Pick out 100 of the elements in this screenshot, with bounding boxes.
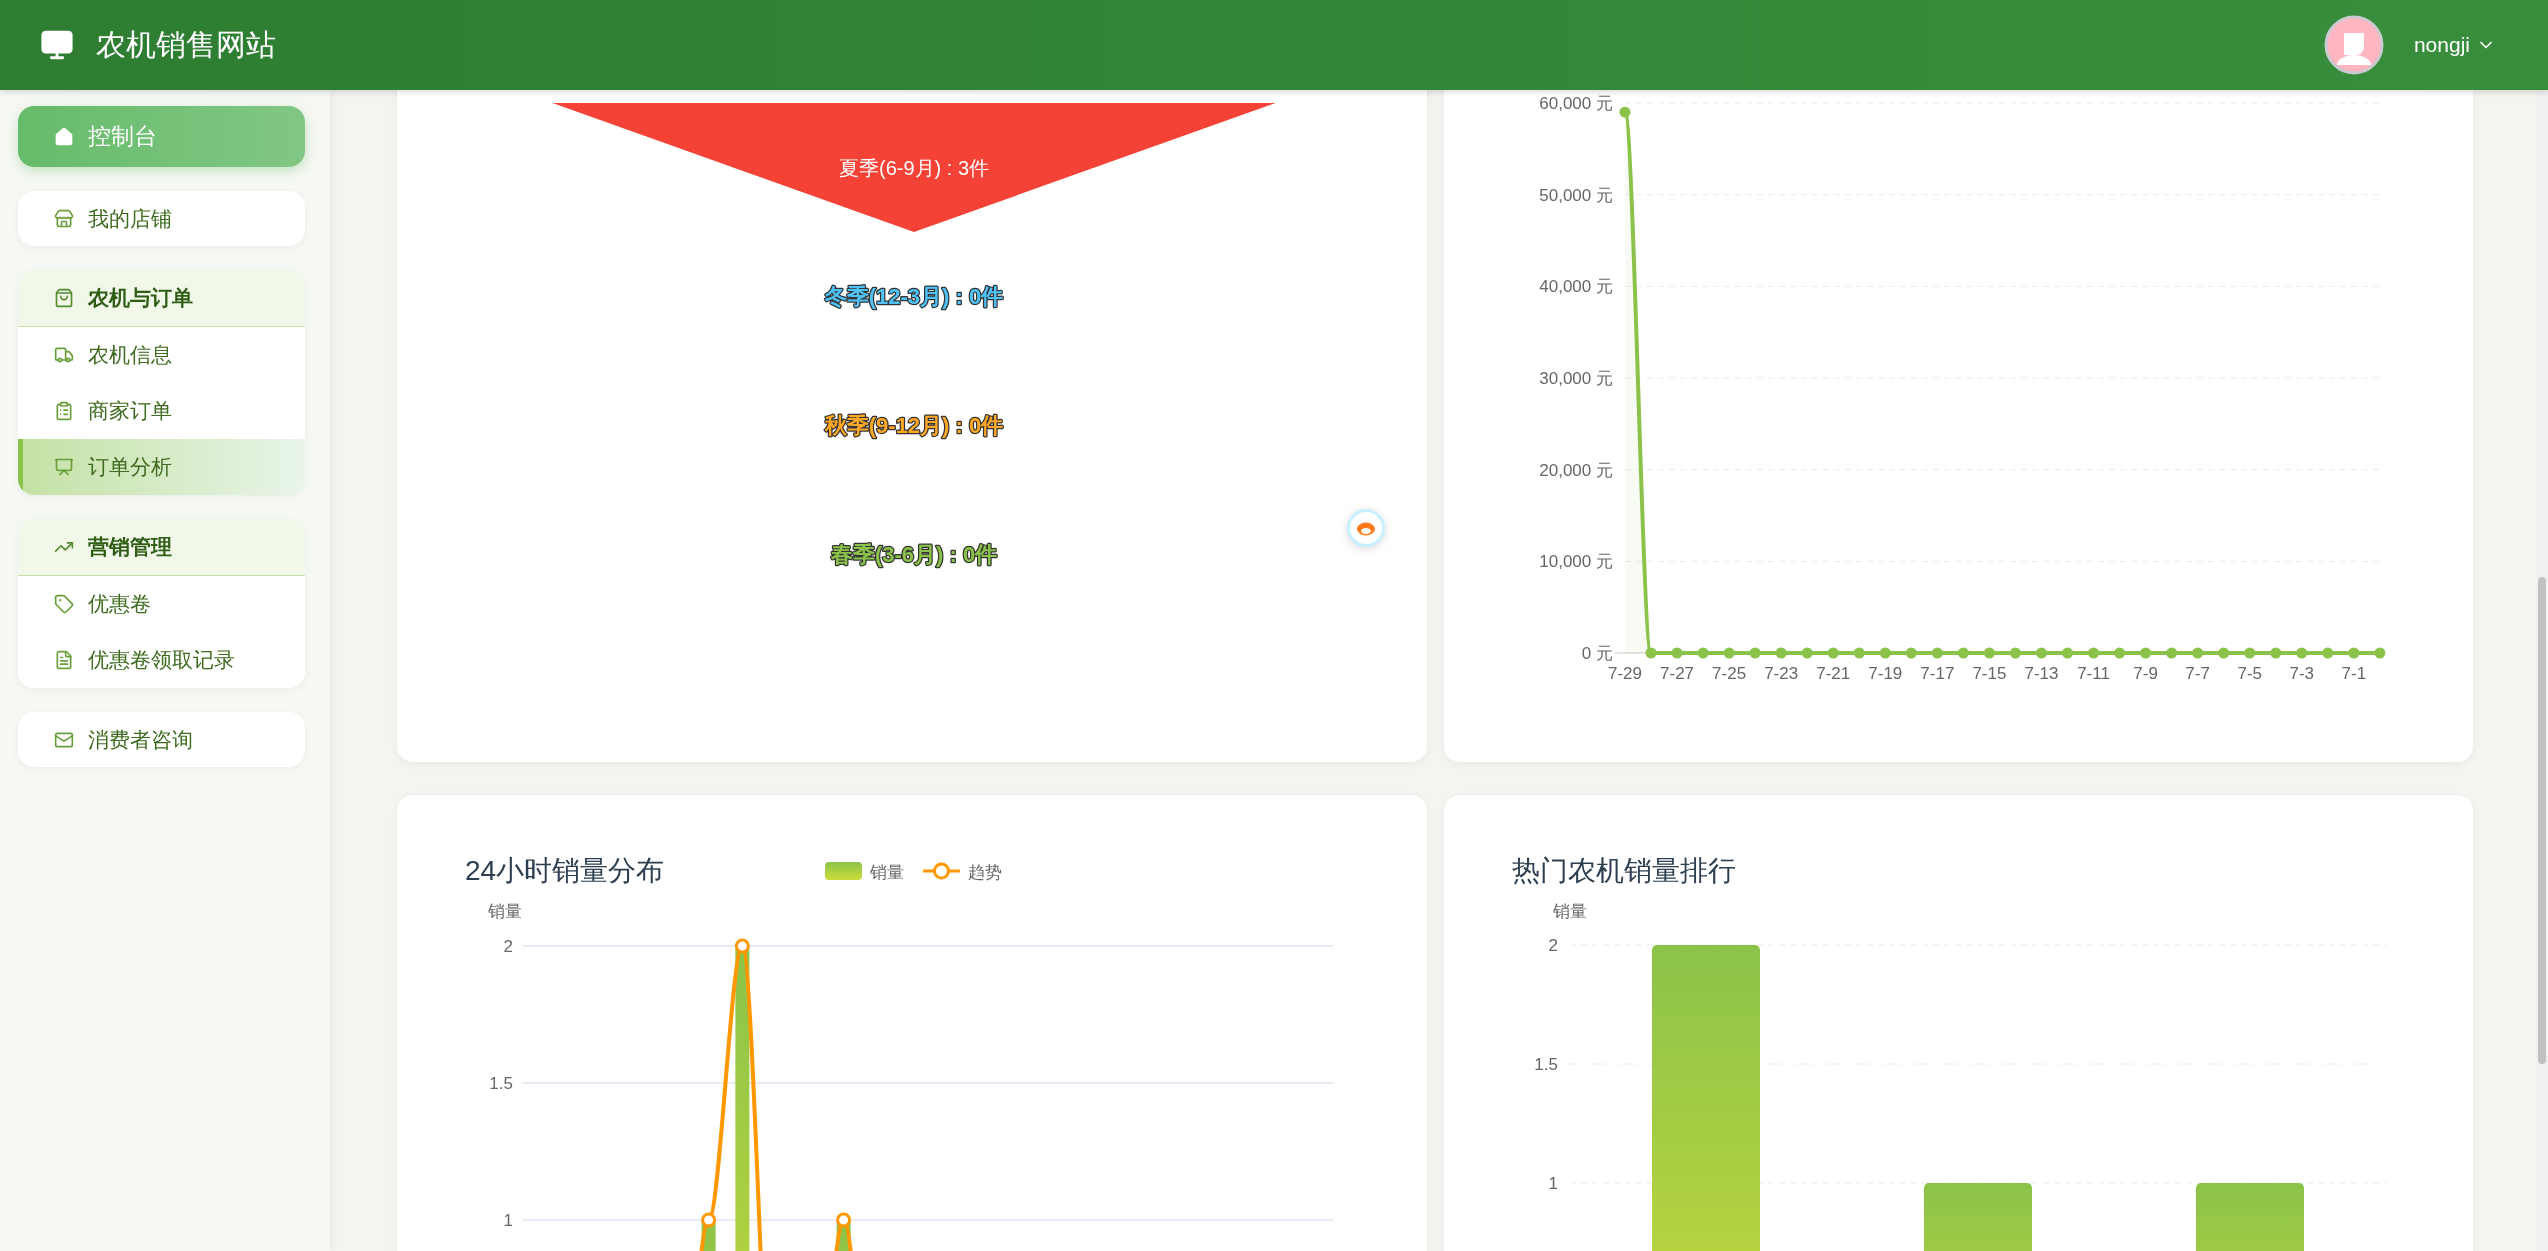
user-menu-button[interactable]: nongji (2409, 29, 2500, 61)
y-axis-label: 60,000 元 (1538, 94, 1613, 113)
sidebar-item[interactable]: 消费者咨询 (18, 712, 305, 767)
x-axis-label: 7-23 (1763, 664, 1798, 683)
data-point (2321, 647, 2333, 659)
data-point (2087, 647, 2099, 659)
x-axis-label: 7-1 (2341, 664, 2366, 683)
funnel-label: 秋季(9-12月) : 0件 (824, 412, 1004, 438)
chart-title: 热门农机销量排行 (1511, 855, 1736, 886)
scrollbar[interactable] (2536, 90, 2548, 1251)
funnel-label: 夏季(6-9月) : 3件 (839, 156, 989, 179)
x-axis-label: 7-27 (1659, 664, 1694, 683)
data-point (1619, 106, 1630, 118)
data-point (701, 1212, 717, 1228)
sidebar-item-icon (54, 126, 74, 147)
y-axis-label: 1 (503, 1211, 513, 1230)
x-axis-label: 7-21 (1815, 664, 1850, 683)
data-point (2035, 647, 2047, 659)
y-axis-label: 0 元 (1581, 644, 1613, 663)
data-point (1749, 647, 1761, 659)
legend-swatch[interactable] (825, 862, 862, 880)
sidebar-subitem[interactable]: 商家订单 (18, 383, 305, 439)
x-axis-label: 7-17 (1919, 664, 1954, 683)
data-point (1723, 647, 1735, 659)
x-axis-label: 7-13 (2023, 664, 2058, 683)
assistant-button[interactable] (1347, 509, 1385, 547)
data-point (2243, 647, 2255, 659)
x-axis-label: 7-19 (1867, 664, 1902, 683)
y-axis-label: 50,000 元 (1538, 185, 1613, 205)
y-axis-label: 10,000 元 (1538, 552, 1613, 572)
funnel-label: 冬季(12-3月) : 0件 (824, 283, 1004, 309)
data-point (1931, 647, 1943, 659)
data-point (2217, 647, 2229, 659)
y-axis-label: 1.5 (489, 1074, 513, 1093)
data-point (1853, 647, 1865, 659)
data-point (1905, 647, 1917, 659)
axis-title: 销量 (1552, 902, 1587, 921)
x-axis-label: 7-3 (2289, 664, 2314, 683)
data-point (2061, 647, 2073, 659)
x-axis-label: 7-15 (1971, 664, 2006, 683)
data-point (836, 1212, 852, 1228)
sidebar-item-icon (54, 208, 74, 229)
group-title: 营销管理 (88, 534, 172, 560)
site-title: 农机销售网站 (96, 26, 276, 63)
y-axis-label: 20,000 元 (1538, 460, 1613, 480)
group-icon (54, 288, 74, 308)
monitor-icon (40, 28, 74, 62)
x-axis-label: 7-7 (2184, 664, 2210, 683)
data-point (1957, 647, 1969, 659)
x-axis-label: 7-29 (1607, 664, 1642, 683)
legend-label[interactable]: 趋势 (968, 863, 1002, 882)
legend-label[interactable]: 销量 (870, 863, 904, 882)
sidebar-subitem[interactable]: 农机信息 (18, 327, 305, 383)
y-axis-label: 2 (1548, 936, 1558, 955)
group-title: 农机与订单 (88, 285, 193, 311)
axis-title: 销量 (488, 902, 522, 921)
y-axis-label: 40,000 元 (1538, 277, 1613, 297)
data-point (734, 938, 750, 954)
sidebar-item-icon (54, 345, 74, 365)
data-point (1775, 647, 1787, 659)
data-point (2269, 647, 2281, 659)
x-axis-label: 7-9 (2132, 664, 2158, 683)
data-point (2295, 647, 2307, 659)
data-point (1827, 647, 1839, 659)
data-point (2191, 647, 2203, 659)
chart-title: 24小时销量分布 (465, 855, 665, 886)
y-axis-label: 1 (1548, 1174, 1558, 1193)
data-point (2373, 647, 2385, 659)
sidebar-item-icon (54, 594, 74, 614)
x-axis-label: 7-5 (2236, 664, 2262, 683)
sidebar-item-icon (54, 401, 74, 421)
data-point (1671, 647, 1683, 659)
scrollbar-thumb[interactable] (2538, 577, 2546, 1064)
data-point (1879, 647, 1891, 659)
data-point (2113, 647, 2125, 659)
assistant-icon (1356, 520, 1376, 536)
data-point (1697, 647, 1709, 659)
sidebar-subitem[interactable]: 优惠卷领取记录 (18, 632, 305, 688)
data-point (1801, 647, 1813, 659)
data-point (2139, 647, 2151, 659)
data-point (1983, 647, 1995, 659)
data-point (1645, 647, 1657, 659)
data-point (2165, 647, 2177, 659)
sidebar-item-icon (54, 650, 74, 670)
avatar[interactable] (2323, 15, 2384, 75)
data-point (2009, 647, 2021, 659)
x-axis-label: 7-11 (2076, 664, 2110, 683)
y-axis-label: 2 (503, 937, 513, 956)
menu-group-header[interactable]: 营销管理 (18, 519, 305, 576)
sidebar-subitem[interactable]: 优惠卷 (18, 576, 305, 632)
sidebar-item[interactable]: 我的店铺 (18, 191, 305, 246)
sidebar-item-icon (54, 457, 74, 477)
y-axis-label: 1.5 (1533, 1055, 1558, 1074)
x-axis-label: 7-25 (1711, 664, 1746, 683)
sidebar-subitem[interactable]: 订单分析 (18, 439, 305, 495)
funnel-label: 春季(3-6月) : 0件 (830, 541, 998, 567)
legend-line-icon[interactable] (923, 862, 960, 880)
y-axis-label: 30,000 元 (1538, 369, 1613, 388)
data-point (2347, 647, 2359, 659)
menu-group-header[interactable]: 农机与订单 (18, 270, 305, 327)
